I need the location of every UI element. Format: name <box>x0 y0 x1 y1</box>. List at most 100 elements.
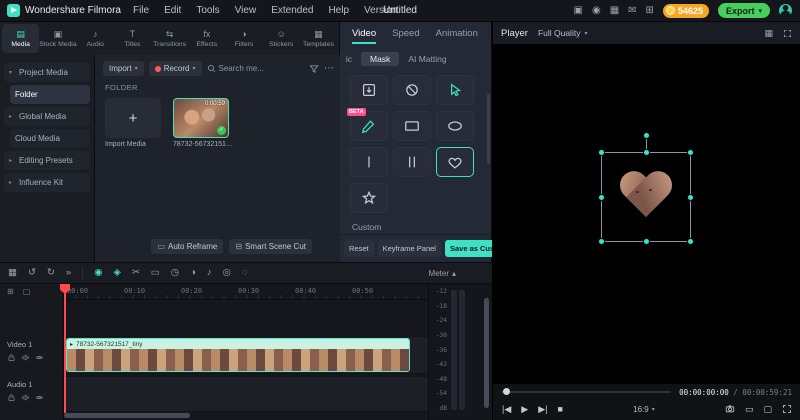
vertical-scrollbar[interactable] <box>484 298 489 408</box>
menu-edit[interactable]: Edit <box>164 5 181 16</box>
menu-tools[interactable]: Tools <box>196 5 219 16</box>
subtab-ai-matting[interactable]: AI Matting <box>408 54 446 64</box>
mask-ai-select[interactable] <box>436 75 474 105</box>
chevron-right-icon[interactable]: ▸ <box>9 157 15 164</box>
tab-audio[interactable]: ♪ Audio <box>77 24 114 53</box>
media-clip-item[interactable]: 0:00:59 ✓ 78732-56732151... <box>173 98 232 148</box>
multiview-icon[interactable]: ▦ <box>764 28 773 39</box>
search-input[interactable] <box>218 64 271 73</box>
auto-reframe-button[interactable]: ▭ Auto Reframe <box>151 239 224 254</box>
mask-import[interactable] <box>350 75 388 105</box>
mask-single-line[interactable] <box>350 147 388 177</box>
lock-icon[interactable] <box>7 393 16 402</box>
track-manager-icon[interactable]: ▢ <box>23 287 31 296</box>
resize-handle-nw[interactable] <box>598 149 605 156</box>
mask-heart[interactable] <box>436 147 474 177</box>
tab-transitions[interactable]: ⇆ Transitions <box>151 24 188 53</box>
seek-bar[interactable] <box>501 388 672 395</box>
menu-view[interactable]: View <box>235 5 257 16</box>
detach-player-icon[interactable] <box>783 29 792 38</box>
tab-speed[interactable]: Speed <box>392 28 419 39</box>
lock-icon[interactable] <box>7 353 16 362</box>
seek-handle[interactable] <box>503 388 510 395</box>
keyframe-panel-button[interactable]: Keyframe Panel <box>377 240 441 257</box>
resize-handle-se[interactable] <box>687 238 694 245</box>
sidebar-item-cloud-media[interactable]: Cloud Media <box>10 129 90 148</box>
next-frame-icon[interactable]: ▶| <box>538 404 547 415</box>
audio-track-lane[interactable] <box>64 376 428 412</box>
sidebar-item-global-media[interactable]: ▸ Global Media <box>4 107 90 126</box>
subtab-mask[interactable]: Mask <box>361 52 400 66</box>
video-preview[interactable] <box>493 44 800 384</box>
filter-icon[interactable] <box>309 64 319 74</box>
hide-track-icon[interactable] <box>35 353 44 362</box>
resize-handle-e[interactable] <box>687 194 694 201</box>
previous-frame-icon[interactable]: |◀ <box>502 404 511 415</box>
tab-media[interactable]: ▤ Media <box>2 24 40 53</box>
mute-icon[interactable] <box>21 393 30 402</box>
mask-none[interactable] <box>393 75 431 105</box>
resize-handle-s[interactable] <box>643 238 650 245</box>
menu-file[interactable]: File <box>133 5 149 16</box>
stop-icon[interactable]: ■ <box>557 404 562 414</box>
split-icon[interactable]: ✂ <box>132 268 140 278</box>
coin-badge[interactable]: 54625 <box>662 3 709 18</box>
speed-icon[interactable]: ◷ <box>171 268 179 278</box>
quick-split-icon[interactable]: ◉ <box>94 268 102 278</box>
link-clips-icon[interactable]: ⊞ <box>7 287 14 296</box>
timeline-ruler[interactable]: 00:00 00:10 00:20 00:30 00:40 00:50 <box>64 284 428 300</box>
redo-icon[interactable]: ↻ <box>47 268 55 278</box>
snapshot-icon[interactable] <box>725 404 735 414</box>
tab-animation[interactable]: Animation <box>436 28 478 39</box>
chevron-right-icon[interactable]: ▸ <box>9 179 15 186</box>
tab-effects[interactable]: fx Effects <box>188 24 225 53</box>
fullscreen-icon[interactable] <box>782 404 792 414</box>
letterbox-icon[interactable]: ▭ <box>745 404 754 415</box>
gift-icon[interactable]: ▣ <box>574 5 583 16</box>
more-tools-icon[interactable]: » <box>66 268 71 278</box>
reset-button[interactable]: Reset <box>344 240 374 257</box>
hide-track-icon[interactable] <box>35 393 44 402</box>
chevron-right-icon[interactable]: ▸ <box>9 113 15 120</box>
sidebar-item-folder[interactable]: Folder <box>10 85 90 104</box>
tab-video[interactable]: Video <box>352 28 377 44</box>
sidebar-item-editing-presets[interactable]: ▸ Editing Presets <box>4 151 90 170</box>
tab-templates[interactable]: ▦ Templates <box>300 24 337 53</box>
export-button[interactable]: Export ▾ <box>717 3 770 18</box>
undo-icon[interactable]: ↺ <box>28 268 36 278</box>
sidebar-item-influence-kit[interactable]: ▸ Influence Kit <box>4 173 90 192</box>
tab-titles[interactable]: T Titles <box>114 24 151 53</box>
mask-star[interactable] <box>350 183 388 213</box>
clip-thumbnail[interactable]: 0:00:59 ✓ <box>173 98 229 138</box>
mask-rectangle[interactable] <box>393 111 431 141</box>
mask-draw[interactable]: BETA <box>347 108 388 141</box>
resize-handle-sw[interactable] <box>598 238 605 245</box>
mask-parallel-lines[interactable] <box>393 147 431 177</box>
more-icon[interactable]: ⋯ <box>324 63 334 74</box>
rotate-handle[interactable] <box>643 132 650 139</box>
subtab-basic[interactable]: ic <box>340 54 352 64</box>
preview-monitor-icon[interactable]: ▢ <box>764 404 773 415</box>
meter-toggle[interactable]: Meter ▴ <box>429 269 456 278</box>
export-caret-icon[interactable]: ▾ <box>758 7 762 15</box>
play-icon[interactable]: ▶ <box>521 404 528 415</box>
mask-ellipse[interactable] <box>436 111 474 141</box>
aspect-ratio-dropdown[interactable]: 16:9 ▾ <box>633 405 655 414</box>
timeline-clip[interactable]: ▸ 78732-567321517_tiny <box>66 338 410 372</box>
color-icon[interactable]: ◑ <box>190 268 196 278</box>
horizontal-scrollbar[interactable] <box>64 413 190 418</box>
layout-icon[interactable]: ▦ <box>610 5 619 16</box>
notification-icon[interactable]: ◉ <box>592 5 601 16</box>
feedback-icon[interactable]: ✉ <box>628 5 636 16</box>
voiceover-icon[interactable]: ♪ <box>207 268 212 278</box>
mask-selection-box[interactable] <box>598 132 694 245</box>
playhead[interactable] <box>64 284 66 413</box>
smart-scene-cut-button[interactable]: ⊟ Smart Scene Cut <box>229 239 312 254</box>
tab-filters[interactable]: ◑ Filters <box>225 24 262 53</box>
tab-stickers[interactable]: ☺ Stickers <box>263 24 300 53</box>
crop-icon[interactable]: ▭ <box>151 268 160 278</box>
keyframe-icon[interactable]: ◈ <box>114 268 121 278</box>
mute-icon[interactable] <box>21 353 30 362</box>
quality-dropdown[interactable]: Full Quality ▾ <box>538 28 588 38</box>
sidebar-item-project-media[interactable]: ▾ Project Media <box>4 63 90 82</box>
